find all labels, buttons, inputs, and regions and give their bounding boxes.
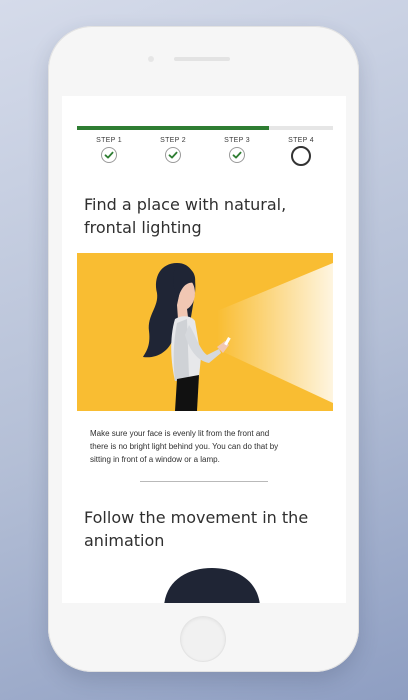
step-1: STEP 1 [79,136,139,163]
step-indicator: STEP 1 STEP 2 STEP 3 STEP 4 [77,136,333,170]
check-icon [232,151,242,159]
woman-with-phone-illustration [143,263,333,411]
step-label: STEP 4 [288,137,314,144]
earpiece-speaker [174,57,230,61]
check-icon [168,151,178,159]
title-line: Follow the movement in the [84,508,309,527]
step-label: STEP 2 [160,137,186,144]
title-line: Find a place with natural, [84,195,287,214]
step-2: STEP 2 [143,136,203,163]
step-label: STEP 1 [96,137,122,144]
step-current-indicator [291,146,311,166]
section-title-movement: Follow the movement in the animation [84,506,324,552]
phone-frame: STEP 1 STEP 2 STEP 3 STEP 4 Find a place… [48,26,359,672]
progress-bar-fill [77,126,269,130]
light-beam-icon [217,263,333,403]
home-button[interactable] [181,617,225,661]
step-3: STEP 3 [207,136,267,163]
title-line: animation [84,531,165,550]
description-line: Make sure your face is evenly lit from t… [90,429,270,438]
description-line: there is no bright light behind you. You… [90,442,279,451]
title-line: frontal lighting [84,218,202,237]
progress-bar [77,126,333,130]
animation-head-illustration [164,568,260,603]
section-divider [140,481,268,482]
lighting-instructions: Make sure your face is evenly lit from t… [90,427,322,466]
step-complete-indicator [229,147,245,163]
section-title-lighting: Find a place with natural, frontal light… [84,193,324,239]
lighting-illustration [77,253,333,411]
app-screen: STEP 1 STEP 2 STEP 3 STEP 4 Find a place… [62,96,346,603]
step-label: STEP 3 [224,137,250,144]
description-line: sitting in front of a window or a lamp. [90,455,220,464]
front-camera [148,56,154,62]
step-4: STEP 4 [271,136,331,166]
step-complete-indicator [165,147,181,163]
step-complete-indicator [101,147,117,163]
check-icon [104,151,114,159]
